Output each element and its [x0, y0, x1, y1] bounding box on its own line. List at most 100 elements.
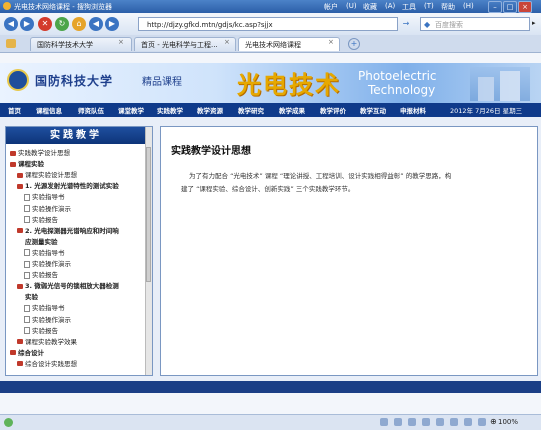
- sidebar-tree-label: 实验操作演示: [32, 204, 71, 213]
- history-forward-button[interactable]: ▶: [105, 17, 119, 31]
- status-tool-icon[interactable]: [478, 418, 486, 426]
- nav-interaction[interactable]: 教学互动: [360, 105, 386, 115]
- book-icon: [10, 161, 16, 167]
- building-shape: [478, 77, 494, 101]
- sidebar-tree-item[interactable]: 实验操作演示: [24, 258, 71, 268]
- sidebar-tree-item[interactable]: 课程实验设计思想: [17, 169, 77, 179]
- menu-tools[interactable]: 工具: [402, 2, 416, 12]
- book-icon: [17, 183, 23, 189]
- nav-home[interactable]: 首页: [8, 105, 21, 115]
- menu-help[interactable]: 帮助: [441, 2, 455, 12]
- book-icon: [17, 228, 23, 234]
- status-tool-icon[interactable]: [436, 418, 444, 426]
- sidebar-tree-item[interactable]: 实验指导书: [24, 191, 65, 201]
- english-title-line1: Photoelectric: [358, 69, 437, 83]
- nav-course-info[interactable]: 课程信息: [36, 105, 62, 115]
- sidebar-tree-item[interactable]: 实验报告: [24, 325, 58, 335]
- tab-label: 光电技术网络课程: [245, 41, 301, 49]
- sidebar-tree-item[interactable]: 实验报告: [24, 269, 58, 279]
- status-tool-icon[interactable]: [380, 418, 388, 426]
- sidebar-tree-item[interactable]: 实验操作演示: [24, 203, 71, 213]
- status-tool-icon[interactable]: [450, 418, 458, 426]
- back-button[interactable]: ◀: [4, 17, 18, 31]
- content-paragraph-line2: 建了 “课程实验、综合设计、创新实践” 三个实践教学环节。: [181, 185, 355, 193]
- university-seal-icon: [7, 69, 29, 91]
- status-tool-icon[interactable]: [394, 418, 402, 426]
- university-name: 国防科技大学: [35, 74, 114, 88]
- content-title: 实践教学设计思想: [171, 146, 251, 157]
- zoom-icon[interactable]: ⊕: [490, 417, 497, 426]
- minimize-button[interactable]: –: [488, 1, 502, 13]
- course-banner: 国防科技大学 精品课程 光电技术 Photoelectric Technolog…: [0, 63, 541, 103]
- document-icon: [24, 304, 30, 312]
- new-tab-button[interactable]: +: [348, 38, 360, 50]
- document-icon: [24, 316, 30, 323]
- status-bar: ⊕ 100%: [0, 414, 541, 430]
- sidebar-tree-label: 综合设计: [18, 348, 44, 357]
- nav-practice[interactable]: 实践教学: [157, 105, 183, 115]
- course-title: 光电技术: [237, 70, 341, 99]
- menu-account-key: (U): [346, 2, 357, 10]
- sidebar-tree-label: 实验报告: [32, 271, 58, 280]
- tab-label: 首页 - 光电科学与工程...: [141, 41, 218, 49]
- nav-research[interactable]: 教学研究: [238, 105, 264, 115]
- sidebar-tree-item[interactable]: 综合设计: [10, 347, 44, 357]
- tab-course[interactable]: 光电技术网络课程: [238, 37, 340, 51]
- address-bar[interactable]: http://djzy.gfkd.mtn/gdjs/kc.asp?sjjx: [138, 17, 398, 31]
- content-paragraph-line1: 为了有力配合 “光电技术” 课程 “理论讲授、工程培训、设计实践相得益彰” 的教…: [189, 172, 452, 180]
- sidebar-tree-item[interactable]: 课程实验教学效果: [17, 336, 77, 346]
- tab-close-icon[interactable]: ×: [224, 38, 230, 46]
- sidebar-tree-item[interactable]: 3. 微弱光信号的锁相放大器检测: [17, 280, 119, 290]
- sidebar-tree-label: 实验报告: [32, 326, 58, 335]
- sidebar-tree-item[interactable]: 实践教学设计思想: [10, 147, 70, 157]
- sidebar-tree-item[interactable]: 1. 光源发射光谱特性的测试实验: [17, 180, 119, 190]
- sidebar-tree-label: 实验操作演示: [32, 260, 71, 268]
- tab-home[interactable]: 首页 - 光电科学与工程...: [134, 37, 236, 51]
- maximize-button[interactable]: □: [503, 1, 517, 13]
- status-tool-icon[interactable]: [464, 418, 472, 426]
- nav-classroom[interactable]: 课堂教学: [118, 105, 144, 115]
- history-back-button[interactable]: ◀: [89, 17, 103, 31]
- status-tool-icon[interactable]: [408, 418, 416, 426]
- sidebar-tree-item[interactable]: 2. 光电探测器光谱响应和时间响: [17, 225, 119, 235]
- nav-evaluation[interactable]: 教学评价: [320, 105, 346, 115]
- tab-nudt[interactable]: 国防科学技术大学: [30, 37, 132, 51]
- tab-close-icon[interactable]: ×: [328, 38, 334, 46]
- sidebar-tree-item[interactable]: 实验操作演示: [24, 314, 71, 324]
- go-icon[interactable]: →: [400, 17, 412, 31]
- menu-favorites[interactable]: 收藏: [363, 2, 377, 12]
- main-navigation: 首页 课程信息 师资队伍 课堂教学 实践教学 教学资源 教学研究 教学成果 教学…: [0, 103, 541, 117]
- nav-resources[interactable]: 教学资源: [197, 105, 223, 115]
- close-window-button[interactable]: ×: [518, 1, 532, 13]
- refresh-button[interactable]: ↻: [55, 17, 69, 31]
- search-go-icon[interactable]: ▸: [532, 19, 536, 27]
- sidebar-tree-label: 实践教学设计思想: [18, 149, 70, 157]
- sidebar-tree-label: 课程实验: [18, 160, 44, 169]
- sidebar-tree-item[interactable]: 课程实验: [10, 158, 44, 168]
- menu-help-key: (H): [463, 2, 474, 10]
- home-button[interactable]: ⌂: [72, 17, 86, 31]
- nav-faculty[interactable]: 师资队伍: [78, 105, 104, 115]
- sidebar-tree-label: 课程实验教学效果: [25, 337, 77, 346]
- menu-account[interactable]: 帐户: [324, 2, 338, 12]
- sidebar-scroll-thumb[interactable]: [146, 147, 151, 282]
- tab-list-icon[interactable]: [6, 39, 16, 48]
- campus-building-image: [470, 67, 530, 101]
- nav-application[interactable]: 申报材料: [400, 105, 426, 115]
- sidebar-tree-item[interactable]: 实验指导书: [24, 247, 65, 257]
- sidebar-tree-item[interactable]: 实验报告: [24, 214, 58, 224]
- sidebar-tree-label: 实验: [25, 293, 38, 302]
- sidebar-tree-item[interactable]: 实验指导书: [24, 302, 65, 312]
- sidebar-tree-item[interactable]: 综合设计实践思想: [17, 358, 77, 368]
- stop-button[interactable]: ✕: [38, 17, 52, 31]
- book-icon: [17, 339, 23, 345]
- forward-button[interactable]: ▶: [20, 17, 34, 31]
- sidebar-tree-item[interactable]: 实验: [17, 291, 38, 301]
- nav-achievements[interactable]: 教学成果: [279, 105, 305, 115]
- zoom-level[interactable]: 100%: [498, 418, 518, 426]
- status-tool-icon[interactable]: [422, 418, 430, 426]
- search-input[interactable]: ◆ 百度搜索: [420, 17, 530, 31]
- sidebar-heading: 实践教学: [6, 127, 146, 144]
- sidebar-tree-item[interactable]: 应测量实验: [17, 236, 58, 246]
- tab-close-icon[interactable]: ×: [118, 38, 124, 46]
